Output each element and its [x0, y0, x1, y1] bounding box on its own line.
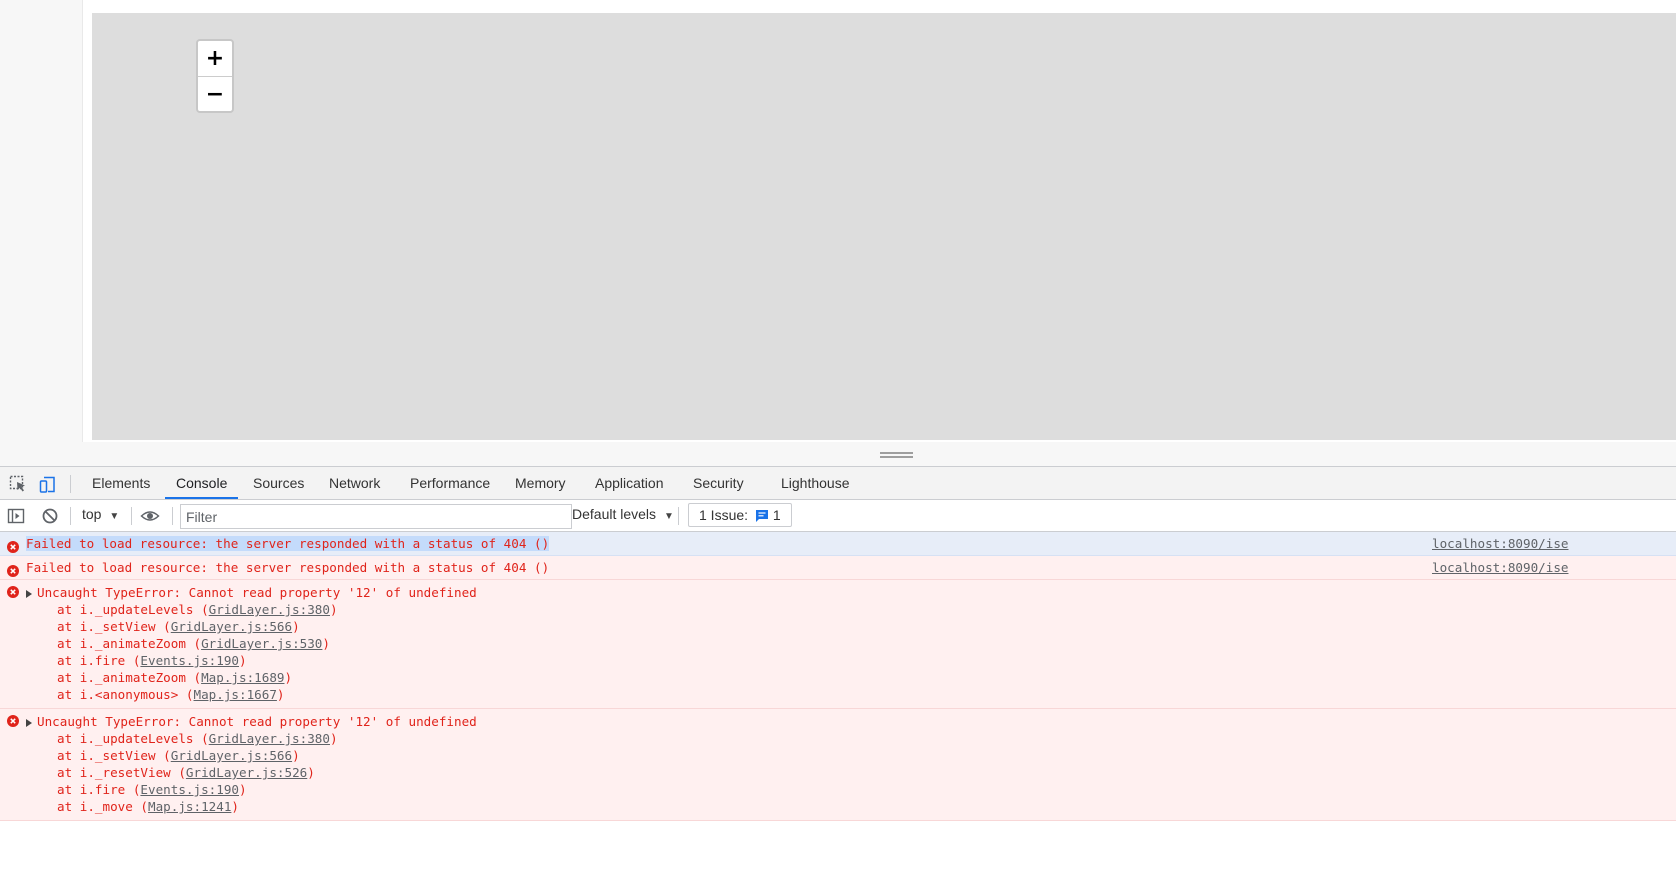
- issues-label: 1 Issue:: [699, 507, 749, 523]
- error-icon: [7, 537, 19, 553]
- frame-function: i._setView: [79, 748, 156, 763]
- tab-memory[interactable]: Memory: [504, 467, 577, 499]
- tab-lighthouse[interactable]: Lighthouse: [770, 467, 861, 499]
- issues-count: 1: [772, 507, 781, 523]
- frame-function: i._updateLevels: [79, 731, 194, 746]
- device-toolbar-icon[interactable]: [38, 474, 58, 494]
- tab-elements[interactable]: Elements: [81, 467, 161, 499]
- tab-application[interactable]: Application: [584, 467, 675, 499]
- sidebar-toggle-icon[interactable]: [6, 506, 26, 526]
- frame-location-link[interactable]: GridLayer.js:530: [201, 636, 322, 651]
- clear-console-icon[interactable]: [40, 506, 60, 526]
- stack-frame: at i.<anonymous> (Map.js:1667): [57, 687, 285, 702]
- frame-function: i._animateZoom: [79, 670, 186, 685]
- message-header: Uncaught TypeError: Cannot read property…: [26, 713, 1676, 730]
- console-message[interactable]: Uncaught TypeError: Cannot read property…: [0, 580, 1676, 709]
- filter-input[interactable]: [180, 504, 572, 529]
- stack-frame: at i._resetView (GridLayer.js:526): [57, 765, 315, 780]
- devtools-panel: Elements Console Sources Network Perform…: [0, 466, 1676, 874]
- frame-location-link[interactable]: Map.js:1689: [201, 670, 284, 685]
- console-message[interactable]: Failed to load resource: the server resp…: [0, 556, 1676, 580]
- zoom-control: + −: [196, 39, 234, 113]
- frame-location-link[interactable]: Map.js:1667: [194, 687, 277, 702]
- chevron-down-icon: ▼: [663, 511, 674, 522]
- frame-function: i._animateZoom: [79, 636, 186, 651]
- log-levels-label: Default levels: [572, 506, 657, 522]
- frame-function: i._resetView: [79, 765, 171, 780]
- frame-location-link[interactable]: GridLayer.js:566: [171, 748, 292, 763]
- error-icon: [7, 715, 19, 727]
- stack-frame: at i._setView (GridLayer.js:566): [57, 748, 300, 763]
- devtools-tab-bar: Elements Console Sources Network Perform…: [0, 467, 1676, 500]
- frame-location-link[interactable]: Map.js:1241: [148, 799, 231, 814]
- frame-location-link[interactable]: GridLayer.js:566: [171, 619, 292, 634]
- stack-frame: at i._animateZoom (Map.js:1689): [57, 670, 293, 685]
- eye-icon[interactable]: [140, 506, 160, 526]
- tab-sources[interactable]: Sources: [242, 467, 315, 499]
- toolbar-divider: [172, 507, 173, 525]
- page-viewport: + −: [0, 0, 1676, 466]
- tab-performance[interactable]: Performance: [399, 467, 501, 499]
- console-message[interactable]: Failed to load resource: the server resp…: [0, 532, 1676, 556]
- expand-triangle-icon[interactable]: [26, 718, 32, 727]
- stack-frame: at i._setView (GridLayer.js:566): [57, 619, 300, 634]
- stack-frame: at i._animateZoom (GridLayer.js:530): [57, 636, 330, 651]
- log-levels-dropdown[interactable]: Default levels ▼: [572, 506, 674, 522]
- error-icon: [7, 586, 19, 598]
- source-link[interactable]: localhost:8090/ise: [1432, 556, 1568, 579]
- tab-security[interactable]: Security: [682, 467, 755, 499]
- stack-frame: at i._move (Map.js:1241): [57, 799, 239, 814]
- console-messages: Failed to load resource: the server resp…: [0, 532, 1676, 874]
- zoom-out-button[interactable]: −: [198, 77, 232, 112]
- error-icon: [7, 561, 19, 577]
- frame-function: i.fire: [79, 653, 126, 668]
- zoom-in-button[interactable]: +: [198, 41, 232, 77]
- chevron-down-icon: ▼: [109, 511, 120, 522]
- message-text: Failed to load resource: the server resp…: [26, 536, 550, 551]
- message-text: Uncaught TypeError: Cannot read property…: [37, 714, 477, 729]
- stack-frame: at i._updateLevels (GridLayer.js:380): [57, 602, 338, 617]
- console-message[interactable]: Uncaught TypeError: Cannot read property…: [0, 709, 1676, 821]
- frame-function: i.<anonymous>: [79, 687, 179, 702]
- frame-function: i._setView: [79, 619, 156, 634]
- frame-function: i._move: [79, 799, 133, 814]
- frame-location-link[interactable]: GridLayer.js:380: [209, 731, 330, 746]
- tab-network[interactable]: Network: [318, 467, 391, 499]
- toolbar-divider: [678, 507, 679, 525]
- stack-frame: at i._updateLevels (GridLayer.js:380): [57, 731, 338, 746]
- tab-console[interactable]: Console: [165, 467, 239, 499]
- frame-location-link[interactable]: Events.js:190: [140, 653, 239, 668]
- source-link[interactable]: localhost:8090/ise: [1432, 532, 1568, 555]
- stack-frame: at i.fire (Events.js:190): [57, 782, 247, 797]
- message-text: Failed to load resource: the server resp…: [26, 560, 550, 575]
- devtools-resize-handle[interactable]: [880, 452, 913, 460]
- issue-message-icon: [755, 506, 769, 528]
- inspect-element-icon[interactable]: [8, 474, 28, 494]
- frame-location-link[interactable]: Events.js:190: [140, 782, 239, 797]
- expand-triangle-icon[interactable]: [26, 589, 32, 598]
- toolbar-divider: [131, 507, 132, 525]
- message-header: Uncaught TypeError: Cannot read property…: [26, 584, 1676, 601]
- frame-location-link[interactable]: GridLayer.js:526: [186, 765, 307, 780]
- map-container[interactable]: + −: [92, 13, 1676, 440]
- message-text: Uncaught TypeError: Cannot read property…: [37, 585, 477, 600]
- frame-function: i._updateLevels: [79, 602, 194, 617]
- stack-frame: at i.fire (Events.js:190): [57, 653, 247, 668]
- frame-function: i.fire: [79, 782, 126, 797]
- toolbar-divider: [70, 507, 71, 525]
- toolbar-divider: [70, 475, 71, 493]
- issues-button[interactable]: 1 Issue: 1: [688, 503, 792, 527]
- context-selector[interactable]: top ▼: [82, 506, 119, 522]
- console-toolbar: top ▼ Default levels ▼ 1 Issue: 1: [0, 500, 1676, 532]
- context-label: top: [82, 506, 102, 522]
- frame-location-link[interactable]: GridLayer.js:380: [209, 602, 330, 617]
